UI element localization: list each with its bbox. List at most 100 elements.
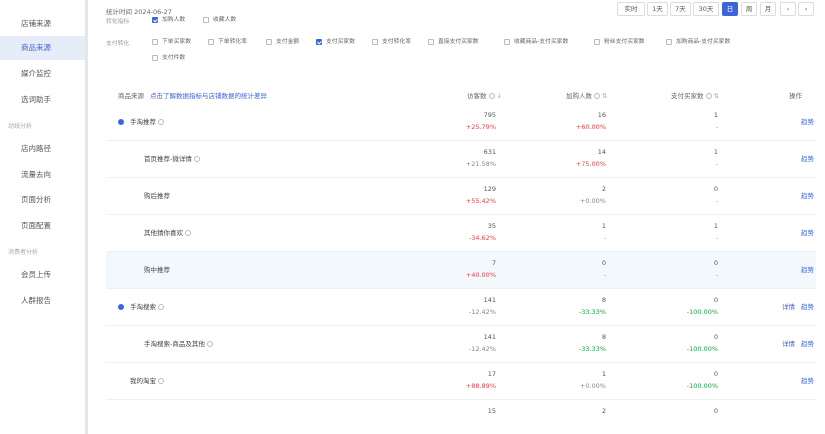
stats-diff-link[interactable]: 点击了解数据指标与店铺数据的统计差异 (150, 92, 267, 100)
cart-cell: 16 +60.00% (576, 109, 606, 133)
trend-link[interactable]: 趋势 (801, 118, 814, 126)
buyers-change: -100.00% (686, 345, 718, 353)
visitors-cell: 35 -34.62% (469, 220, 496, 244)
checkbox-icon (152, 17, 158, 23)
sidebar-item-keyword-helper[interactable]: 选词助手 (0, 88, 85, 112)
checkbox-order-buyers[interactable]: 下单买家数 (152, 37, 191, 47)
visitors-value: 795 (483, 111, 496, 119)
buyers-value: 1 (713, 222, 718, 230)
visitors-cell: 15 (488, 405, 496, 417)
source-name: 其他猜你喜欢 (144, 215, 191, 252)
visitors-cell: 7 +40.00% (466, 257, 496, 281)
prev-icon[interactable]: ‹ (780, 2, 796, 16)
visitors-cell: 141 -12.42% (469, 294, 496, 318)
buyers-value: 0 (713, 407, 718, 415)
buyers-value: 0 (713, 185, 718, 193)
header-visitors[interactable]: 访客数 ↓ (467, 90, 502, 100)
sidebar-item-store-path[interactable]: 店内路径 (0, 137, 85, 161)
cart-change: -33.33% (578, 308, 606, 316)
buyers-change: - (715, 123, 718, 131)
buyers-value: 0 (713, 259, 718, 267)
sidebar-item-crowd-report[interactable]: 人群报告 (0, 289, 85, 313)
buyers-change: -100.00% (686, 308, 718, 316)
checkbox-order-rate[interactable]: 下单转化率 (208, 37, 247, 47)
buyers-change: - (715, 160, 718, 168)
trend-link[interactable]: 趋势 (801, 155, 814, 163)
checkbox-pay-buyers[interactable]: 支付买家数 (316, 37, 355, 47)
visitors-cell: 631 +21.58% (466, 146, 496, 170)
trend-link[interactable]: 趋势 (801, 229, 814, 237)
cart-change: - (603, 271, 606, 279)
range-7day[interactable]: 7天 (670, 2, 691, 16)
cart-change: -33.33% (578, 345, 606, 353)
checkbox-icon (316, 39, 322, 45)
checkbox-direct-pay-buyers[interactable]: 直接支付买家数 (428, 37, 479, 47)
range-month[interactable]: 月 (760, 2, 776, 16)
cart-cell: 8 -33.33% (579, 294, 606, 318)
checkbox-pay-amount[interactable]: 支付金额 (266, 37, 299, 47)
checkbox-icon (594, 39, 600, 45)
trend-link[interactable]: 趋势 (801, 192, 814, 200)
row-actions: 趋势 (795, 178, 814, 215)
visitors-change: +88.89% (465, 382, 496, 390)
info-icon (158, 119, 164, 125)
trend-link[interactable]: 趋势 (801, 266, 814, 274)
trend-link[interactable]: 趋势 (801, 377, 814, 385)
checkbox-pay-items[interactable]: 支付件数 (152, 53, 185, 63)
header-cart[interactable]: 加购人数 ⇅ (566, 90, 607, 100)
trend-link[interactable]: 趋势 (801, 340, 814, 348)
table-row: 购中推荐 7 +40.00% 0-0- 趋势 (106, 252, 816, 289)
sidebar-item-media-monitor[interactable]: 媒介监控 (0, 62, 85, 86)
buyers-value: 1 (713, 111, 718, 119)
visitors-cell: 795 +25.79% (466, 109, 496, 133)
checkbox-cart-pay-buyers[interactable]: 加购商品-支付买家数 (666, 37, 730, 47)
table-header: 商品来源 点击了解数据指标与店铺数据的统计差异 访客数 ↓ 加购人数 ⇅ 支付买家数 ⇅… (106, 86, 816, 102)
range-day[interactable]: 日 (722, 2, 738, 16)
visitors-value: 7 (491, 259, 496, 267)
checkbox-icon (203, 17, 209, 23)
detail-link[interactable]: 详情 (782, 340, 795, 348)
checkbox-icon (666, 39, 672, 45)
sort-down-icon: ↓ (496, 92, 502, 100)
info-icon (488, 93, 495, 99)
range-week[interactable]: 周 (741, 2, 757, 16)
sidebar-section-dynamic: 动线分析 (8, 123, 33, 130)
trend-link[interactable]: 趋势 (801, 303, 814, 311)
buyers-change: - (715, 234, 718, 242)
cart-value: 2 (601, 407, 606, 415)
bullet-dot-icon (118, 304, 124, 310)
next-icon[interactable]: › (798, 2, 814, 16)
filter-label-payment: 支付转化 (106, 41, 130, 47)
cart-value: 16 (597, 111, 606, 119)
checkbox-fav-pay-buyers[interactable]: 收藏商品-支付买家数 (504, 37, 568, 47)
range-realtime[interactable]: 实时 (617, 2, 645, 16)
visitors-value: 15 (487, 407, 496, 415)
checkbox-pay-rate[interactable]: 支付转化率 (372, 37, 411, 47)
buyers-cell: 1- (714, 146, 718, 170)
sidebar-item-traffic-flow[interactable]: 流量去向 (0, 163, 85, 187)
sidebar-item-shop-source[interactable]: 店铺来源 (0, 12, 85, 36)
checkbox-cart-users[interactable]: 加购人数 (152, 15, 185, 25)
row-actions: 趋势 (795, 252, 814, 289)
header-buyers[interactable]: 支付买家数 ⇅ (671, 90, 719, 100)
cart-change: - (603, 234, 606, 242)
range-1day[interactable]: 1天 (647, 2, 668, 16)
source-name: 我的淘宝 (130, 363, 164, 400)
source-name: 购中推荐 (144, 266, 170, 274)
table-row: 购后推荐 129 +55.42% 2 +0.00% 0- 趋势 (106, 178, 816, 215)
sidebar-item-page-analysis[interactable]: 页面分析 (0, 188, 85, 212)
sort-icon: ⇅ (713, 92, 719, 100)
cart-value: 1 (601, 222, 606, 230)
sidebar-item-product-source[interactable]: 商品来源 (0, 36, 85, 60)
checkbox-fan-pay-buyers[interactable]: 粉丝支付买家数 (594, 37, 645, 47)
buyers-value: 0 (713, 333, 718, 341)
sidebar-item-page-config[interactable]: 页面配置 (0, 214, 85, 238)
checkbox-fav-users[interactable]: 收藏人数 (203, 15, 236, 25)
range-30day[interactable]: 30天 (693, 2, 719, 16)
detail-link[interactable]: 详情 (782, 303, 795, 311)
sidebar-item-member-upload[interactable]: 会员上传 (0, 263, 85, 287)
checkbox-icon (152, 39, 158, 45)
source-name: 首页推荐-微详情 (144, 141, 200, 178)
table-row: 手淘搜索-商品及其他 141 -12.42% 8 -33.33% 0 -100.00% 详情趋… (106, 326, 816, 363)
table-row: 其他猜你喜欢 35 -34.62% 1 - 1 - 趋势 (106, 215, 816, 252)
